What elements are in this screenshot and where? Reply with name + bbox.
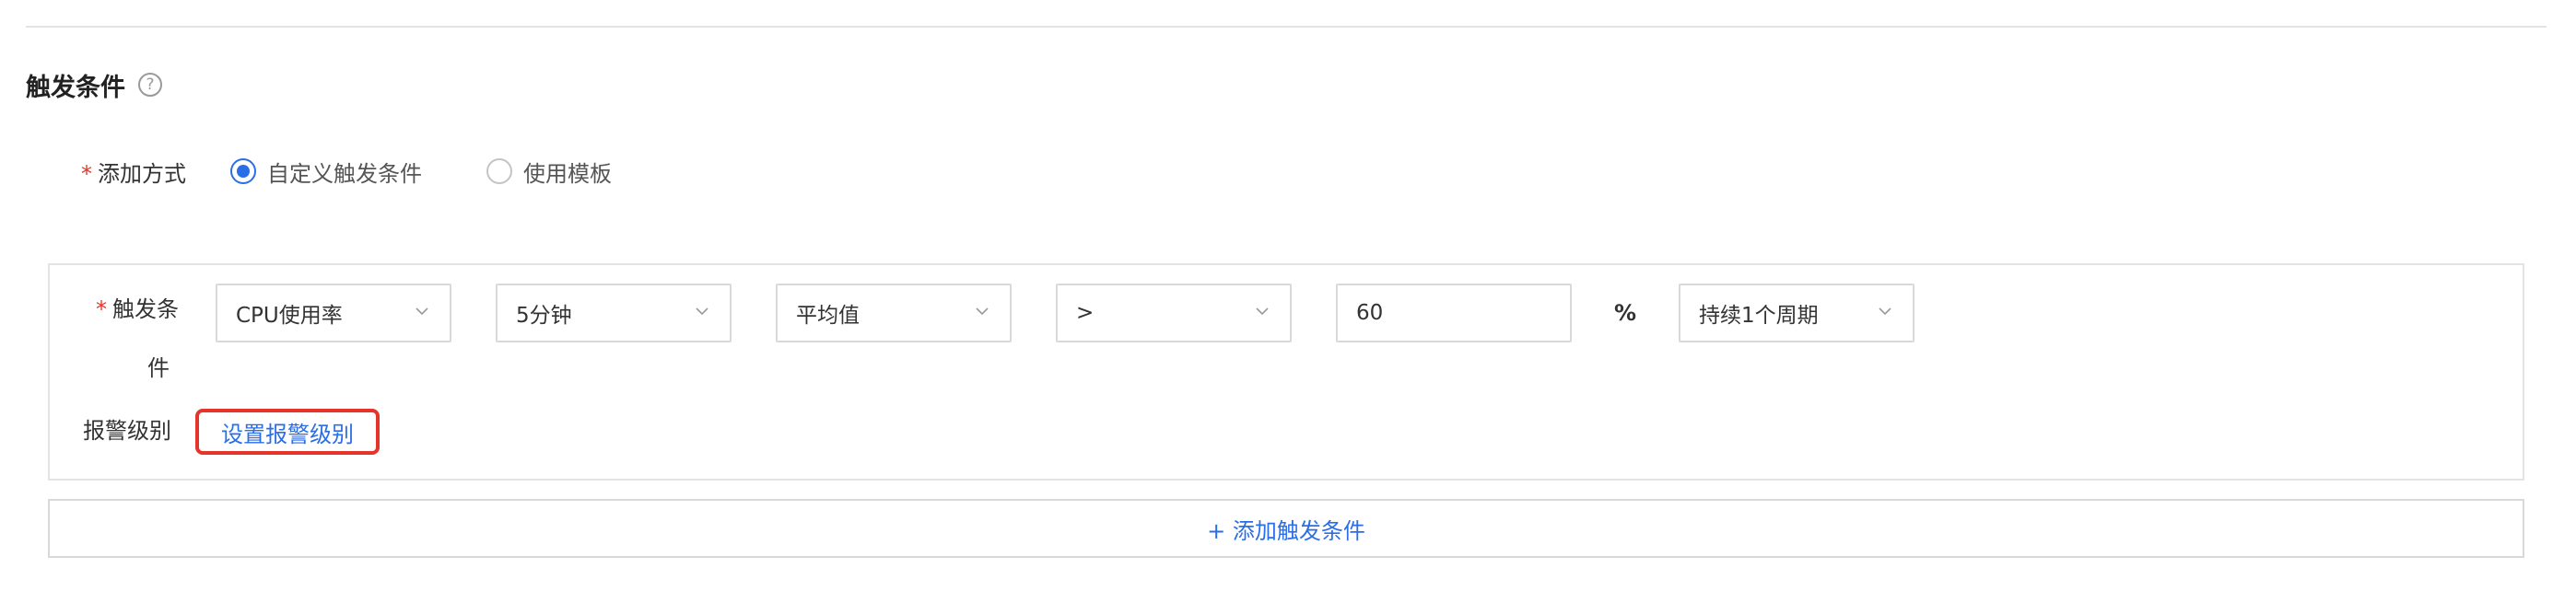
period-select[interactable]: 5分钟 (496, 284, 732, 342)
chevron-down-icon (1256, 307, 1269, 316)
radio-use-template-circle[interactable] (486, 158, 512, 184)
operator-select-value: > (1076, 301, 1095, 325)
section-title: 触发条件 ? (26, 64, 162, 105)
period-select-value: 5分钟 (516, 304, 572, 328)
alarm-level-label: 报警级别 (83, 418, 171, 444)
metric-select[interactable]: CPU使用率 (216, 284, 451, 342)
duration-select[interactable]: 持续1个周期 (1679, 284, 1914, 342)
add-method-label: * 添加方式 (81, 156, 186, 188)
threshold-input[interactable]: 60 (1336, 284, 1572, 342)
operator-select[interactable]: > (1056, 284, 1292, 342)
trigger-condition-label: * 触发条 件 (87, 293, 179, 385)
duration-select-value: 持续1个周期 (1699, 304, 1819, 328)
trigger-condition-label-line1: 触发条 (112, 296, 179, 322)
statistic-select[interactable]: 平均值 (776, 284, 1012, 342)
add-method-row: * 添加方式 自定义触发条件 使用模板 (81, 153, 612, 190)
threshold-input-value: 60 (1356, 301, 1384, 325)
radio-use-template[interactable]: 使用模板 (486, 156, 612, 188)
threshold-unit: % (1614, 300, 1637, 326)
metric-select-value: CPU使用率 (236, 304, 343, 328)
alarm-level-highlight: 设置报警级别 (195, 409, 380, 455)
chevron-down-icon (696, 307, 708, 316)
chevron-down-icon (416, 307, 428, 316)
statistic-select-value: 平均值 (796, 304, 860, 328)
radio-use-template-label: 使用模板 (523, 160, 612, 187)
radio-custom-condition-circle[interactable] (230, 158, 256, 184)
add-trigger-condition-button[interactable]: + 添加触发条件 (48, 499, 2524, 558)
trigger-condition-panel: 触发条件 ? * 添加方式 自定义触发条件 使用模板 * 触发条 件 CPU使用率 … (0, 0, 2576, 591)
chevron-down-icon (1879, 307, 1891, 316)
section-title-text: 触发条件 (26, 73, 125, 102)
help-icon[interactable]: ? (138, 73, 162, 97)
chevron-down-icon (976, 307, 989, 316)
set-alarm-level-link[interactable]: 设置报警级别 (221, 416, 354, 448)
trigger-condition-label-line2: 件 (147, 355, 170, 381)
required-mark: * (96, 296, 107, 322)
radio-custom-condition[interactable]: 自定义触发条件 (230, 156, 422, 188)
radio-custom-condition-label: 自定义触发条件 (267, 160, 422, 187)
top-divider (26, 26, 2547, 28)
add-method-label-text: 添加方式 (98, 160, 186, 187)
required-mark: * (81, 160, 92, 187)
